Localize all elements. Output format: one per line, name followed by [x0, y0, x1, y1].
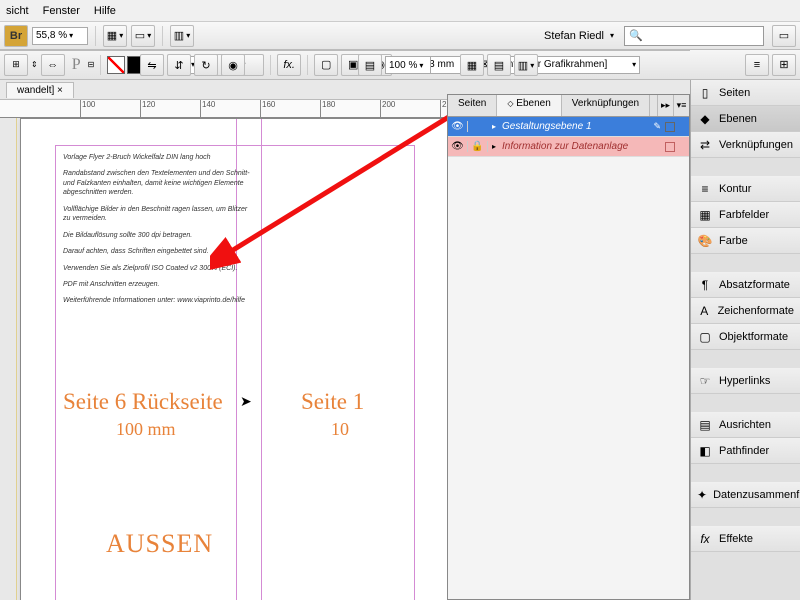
panel-kontur[interactable]: ≡Kontur: [691, 176, 800, 202]
layer-color-swatch[interactable]: [665, 142, 675, 152]
rotate-icon[interactable]: ↻: [194, 54, 218, 76]
panel-ausrichten[interactable]: ▤Ausrichten: [691, 412, 800, 438]
visibility-toggle-icon[interactable]: 👁: [448, 121, 468, 132]
pathfinder-icon: ◧: [697, 444, 713, 458]
menu-sicht[interactable]: sicht: [6, 5, 29, 17]
color-icon: 🎨: [697, 234, 713, 248]
cursor-icon: ➤: [240, 393, 252, 410]
wrap-ignore-icon[interactable]: ▥▾: [514, 54, 538, 76]
panel-datenzusammenf[interactable]: ✦Datenzusammenf: [691, 482, 800, 508]
layer-name: Information zur Datenanlage: [500, 141, 665, 152]
panel-menu-icon[interactable]: ▾≡: [673, 95, 689, 116]
constraints-icon[interactable]: ⇔: [41, 54, 65, 76]
user-label[interactable]: Stefan Riedl▾: [544, 30, 614, 42]
panel-collapse-icon[interactable]: ▸▸: [657, 95, 673, 116]
links-icon: ⇄: [697, 138, 713, 152]
align-icon: ▤: [697, 418, 713, 432]
panel-opt2-icon[interactable]: ⊞: [772, 54, 796, 76]
panel-zeichenformate[interactable]: AZeichenformate: [691, 298, 800, 324]
effects-icon: fx: [697, 532, 713, 546]
menu-bar: sicht Fenster Hilfe: [0, 0, 800, 22]
layer-color-swatch[interactable]: [665, 122, 675, 132]
swatches-icon: ▦: [697, 208, 713, 222]
panel-dock: ▯Seiten ◆Ebenen ⇄Verknüpfungen ≡Kontur ▦…: [690, 80, 800, 600]
panel-ebenen[interactable]: ◆Ebenen: [691, 106, 800, 132]
fill-swatch[interactable]: [107, 56, 125, 74]
effects-fx-icon[interactable]: fx.: [277, 54, 301, 76]
opacity-input[interactable]: 100 %▾: [385, 56, 431, 74]
expand-icon[interactable]: ▸: [488, 142, 500, 151]
wrap-jump-icon[interactable]: ▦: [460, 54, 484, 76]
panel-hyperlinks[interactable]: ☞Hyperlinks: [691, 368, 800, 394]
select-content-icon[interactable]: ◉: [221, 54, 245, 76]
tab-layers[interactable]: ◇ Ebenen: [497, 95, 561, 116]
window-min-icon[interactable]: ▭: [772, 25, 796, 47]
search-icon: 🔍: [629, 29, 643, 42]
layer-row-gestaltung[interactable]: 👁 ▸ Gestaltungsebene 1 ✎: [448, 117, 689, 137]
panel-farbe[interactable]: 🎨Farbe: [691, 228, 800, 254]
page6-title: Seite 6 Rückseite: [63, 389, 223, 415]
tab-pages[interactable]: Seiten: [448, 95, 497, 116]
pen-icon: ✎: [653, 121, 661, 132]
panel-seiten[interactable]: ▯Seiten: [691, 80, 800, 106]
panel-absatzformate[interactable]: ¶Absatzformate: [691, 272, 800, 298]
layer-name: Gestaltungsebene 1: [500, 121, 653, 132]
horizontal-ruler[interactable]: 100 120 140 160 180 200 220: [0, 100, 447, 118]
column-guide: [261, 119, 262, 600]
wrap-none-icon[interactable]: ▢: [314, 54, 338, 76]
page1-width: 10: [331, 419, 349, 440]
panel-opt1-icon[interactable]: ≡: [745, 54, 769, 76]
visibility-toggle-icon[interactable]: 👁: [448, 141, 468, 152]
doc-tab[interactable]: wandelt] ×: [6, 82, 74, 98]
page6-width: 100 mm: [116, 419, 176, 440]
ref-point-icon[interactable]: ⊞: [4, 54, 28, 76]
flip-h-icon[interactable]: ⇋: [140, 54, 164, 76]
page1-title: Seite 1: [301, 389, 364, 415]
panel-farbfelder[interactable]: ▦Farbfelder: [691, 202, 800, 228]
app-toolbar: Br 55,8 %▾ ▦▾ ▭▾ ▥▾ Stefan Riedl▾ 🔍 ▭: [0, 22, 800, 50]
template-instructions: Vorlage Flyer 2-Bruch Wickelfalz DIN lan…: [63, 153, 253, 313]
datamerge-icon: ✦: [697, 488, 707, 502]
layer-row-information[interactable]: 👁 🔒 ▸ Information zur Datenanlage: [448, 137, 689, 157]
layers-icon: ◆: [697, 112, 713, 126]
flip-v-icon[interactable]: ⇵: [167, 54, 191, 76]
stroke-icon: ≡: [697, 182, 713, 196]
layers-panel[interactable]: Seiten ◇ Ebenen Verknüpfungen ▸▸ ▾≡ 👁 ▸ …: [447, 94, 690, 600]
panel-objektformate[interactable]: ▢Objektformate: [691, 324, 800, 350]
panel-pathfinder[interactable]: ◧Pathfinder: [691, 438, 800, 464]
tab-links[interactable]: Verknüpfungen: [562, 95, 650, 116]
search-input[interactable]: 🔍: [624, 26, 764, 46]
view-options-icon[interactable]: ▦▾: [103, 25, 127, 47]
pages-icon: ▯: [697, 86, 713, 100]
opacity-icon[interactable]: ▤: [358, 54, 382, 76]
lock-toggle-icon[interactable]: 🔒: [468, 141, 488, 152]
paragraph-icon: P: [72, 56, 81, 74]
obj-styles-icon: ▢: [697, 330, 713, 344]
arrange-icon[interactable]: ▥▾: [170, 25, 194, 47]
expand-icon[interactable]: ▸: [488, 122, 500, 131]
screen-mode-icon[interactable]: ▭▾: [131, 25, 155, 47]
panel-effekte[interactable]: fxEffekte: [691, 526, 800, 552]
outside-label: AUSSEN: [106, 529, 213, 559]
panel-verknuepfungen[interactable]: ⇄Verknüpfungen: [691, 132, 800, 158]
bridge-button[interactable]: Br: [4, 25, 28, 47]
hyperlinks-icon: ☞: [697, 374, 713, 388]
para-styles-icon: ¶: [697, 278, 713, 292]
wrap-col-icon[interactable]: ▤: [487, 54, 511, 76]
page-spread: Vorlage Flyer 2-Bruch Wickelfalz DIN lan…: [20, 118, 450, 600]
char-styles-icon: A: [697, 304, 712, 318]
menu-hilfe[interactable]: Hilfe: [94, 5, 116, 17]
menu-fenster[interactable]: Fenster: [43, 5, 80, 17]
zoom-level[interactable]: 55,8 %▾: [32, 27, 88, 45]
